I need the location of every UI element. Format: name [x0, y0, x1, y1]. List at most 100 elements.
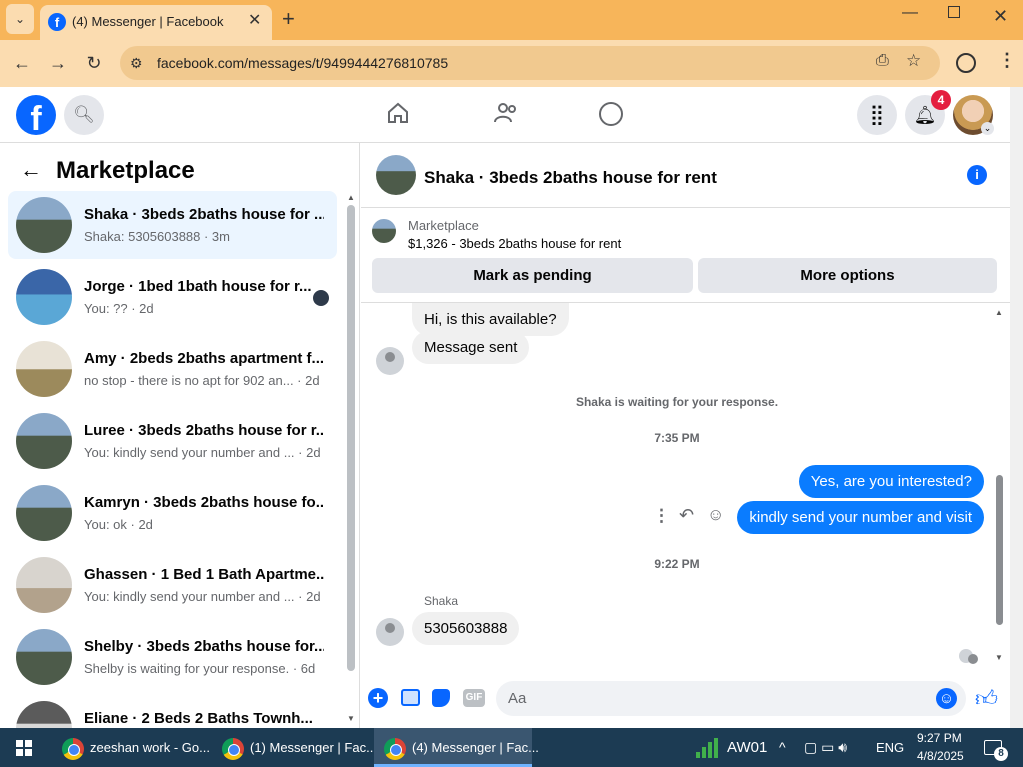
language-indicator[interactable]: ENG [876, 728, 904, 767]
listing-description[interactable]: $1,326 - 3beds 2baths house for rent [408, 236, 621, 251]
bookmark-star-icon[interactable]: ☆ [906, 51, 921, 71]
conversation-item[interactable]: Shaka · 3beds 2baths house for ... Shaka… [8, 191, 337, 259]
mark-as-pending-button[interactable]: Mark as pending [372, 258, 693, 293]
outgoing-message[interactable]: Yes, are you interested? [798, 465, 984, 498]
scroll-down-arrow-icon[interactable]: ▼ [995, 653, 1003, 662]
waiting-notice: Shaka is waiting for your response. [575, 395, 779, 409]
facebook-logo-icon[interactable]: f [16, 95, 56, 135]
chat-avatar[interactable] [376, 155, 416, 195]
site-settings-icon[interactable]: ⚙ [130, 55, 143, 72]
timestamp: 9:22 PM [654, 557, 700, 571]
chat-title[interactable]: Shaka · 3beds 2baths house for rent [424, 168, 717, 188]
conversation-snippet: You: kindly send your number and ... · 2… [84, 589, 321, 604]
install-app-icon[interactable]: ⎙ [876, 52, 889, 70]
conversation-title: Kamryn · 3beds 2baths house fo... [84, 494, 324, 511]
omnibox[interactable]: ⚙ facebook.com/messages/t/94994442768107… [120, 46, 940, 80]
conversation-item[interactable]: Kamryn · 3beds 2baths house fo... You: o… [8, 479, 337, 547]
reload-icon[interactable]: ↻ [80, 46, 108, 80]
taskbar-item-label: zeeshan work - Go... [90, 740, 210, 755]
groups-icon[interactable] [599, 102, 623, 126]
conversation-list-panel: ← Marketplace Shaka · 3beds 2baths house… [0, 143, 360, 728]
thread-scrollbar[interactable] [996, 475, 1003, 625]
windows-start-icon[interactable] [16, 740, 32, 756]
account-chevron-icon[interactable]: ⌄ [981, 122, 994, 135]
minimize-button[interactable]: — [902, 4, 918, 22]
conversation-title: Shelby · 3beds 2baths house for... [84, 638, 324, 655]
friends-icon[interactable] [493, 101, 519, 125]
conversation-item[interactable]: Eliane · 2 Beds 2 Baths Townh... [8, 695, 337, 728]
close-window-button[interactable]: ✕ [993, 6, 1008, 27]
scroll-down-arrow-icon[interactable]: ▼ [347, 714, 355, 723]
menu-grid-icon[interactable]: ⣿ [857, 95, 897, 135]
panel-title: Marketplace [56, 157, 195, 184]
more-actions-icon[interactable]: ⋮ [653, 506, 670, 526]
taskbar-chrome-window[interactable]: (1) Messenger | Fac... [222, 728, 377, 767]
sender-avatar [376, 618, 404, 646]
emoji-icon[interactable]: ☺ [936, 688, 957, 709]
back-arrow-icon[interactable]: ← [20, 157, 42, 183]
clock-date[interactable]: 4/8/2025 [917, 749, 964, 763]
network-label[interactable]: AW01 [727, 728, 767, 767]
home-icon[interactable] [386, 101, 410, 125]
listing-thumbnail [16, 629, 72, 685]
restore-button[interactable] [948, 6, 960, 18]
tab-title: (4) Messenger | Facebook [72, 14, 224, 29]
conversation-list-scrollbar[interactable] [347, 205, 355, 671]
forward-icon[interactable]: → [44, 46, 72, 80]
chrome-icon [384, 737, 406, 760]
conversation-item[interactable]: Shelby · 3beds 2baths house for... Shelb… [8, 623, 337, 691]
taskbar-chrome-window[interactable]: zeeshan work - Go... [62, 728, 212, 767]
page-scrollbar[interactable] [1010, 87, 1023, 728]
sender-avatar [376, 347, 404, 375]
photo-icon[interactable] [401, 689, 420, 706]
chrome-icon [222, 737, 244, 760]
conversation-title: Ghassen · 1 Bed 1 Bath Apartme... [84, 566, 324, 583]
conversation-snippet: You: ?? · 2d [84, 301, 154, 316]
conversation-item[interactable]: Amy · 2beds 2baths apartment f... no sto… [8, 335, 337, 403]
profile-icon[interactable] [956, 53, 976, 73]
network-signal-icon[interactable] [696, 738, 718, 758]
message-input-placeholder: Aa [508, 690, 527, 707]
conversation-item[interactable]: Ghassen · 1 Bed 1 Bath Apartme... You: k… [8, 551, 337, 619]
more-actions-plus-icon[interactable]: + [368, 688, 388, 708]
tab-search-button[interactable]: ⌄ [6, 4, 34, 34]
reply-icon[interactable]: ↶ [679, 505, 694, 526]
new-tab-button[interactable]: + [282, 6, 295, 32]
more-options-button[interactable]: More options [698, 258, 997, 293]
conversation-item[interactable]: Jorge · 1bed 1bath house for r... You: ?… [8, 263, 337, 331]
conversation-title: Jorge · 1bed 1bath house for r... [84, 278, 312, 295]
incoming-message[interactable]: Message sent [412, 331, 530, 364]
gif-icon[interactable]: GIF [463, 689, 485, 707]
active-browser-tab[interactable]: f (4) Messenger | Facebook ✕ [40, 5, 272, 40]
listing-thumbnail [16, 197, 72, 253]
taskbar-chrome-window-active[interactable]: (4) Messenger | Fac... [374, 728, 539, 767]
url-text[interactable]: facebook.com/messages/t/9499444276810785 [157, 55, 448, 71]
react-emoji-icon[interactable]: ☺ [707, 505, 724, 525]
sticker-icon[interactable] [432, 689, 450, 707]
sender-name: Shaka [424, 594, 459, 608]
message-thread: Hi, is this available? Message sent Shak… [361, 303, 1010, 668]
listing-thumbnail [16, 413, 72, 469]
close-tab-icon[interactable]: ✕ [248, 10, 261, 30]
tray-icons[interactable]: ▢ ▭ 🔊︎ [804, 728, 847, 767]
scroll-up-arrow-icon[interactable]: ▲ [347, 193, 355, 202]
back-icon[interactable]: ← [8, 46, 36, 80]
incoming-message[interactable]: 5305603888 [412, 612, 520, 645]
conversation-snippet: You: ok · 2d [84, 517, 153, 532]
conversation-snippet: no stop - there is no apt for 902 an... … [84, 373, 320, 388]
show-hidden-icons-icon[interactable]: ^ [779, 728, 786, 767]
scroll-up-arrow-icon[interactable]: ▲ [995, 308, 1003, 317]
conversation-item[interactable]: Luree · 3beds 2baths house for r... You:… [8, 407, 337, 475]
info-icon[interactable]: i [967, 165, 987, 185]
listing-source: Marketplace [408, 218, 479, 233]
search-icon[interactable]: 🔍︎ [64, 95, 104, 135]
like-thumbs-up-icon[interactable]: 👍︎ [975, 685, 998, 712]
clock-time[interactable]: 9:27 PM [917, 731, 962, 745]
notification-count-badge: 8 [994, 747, 1008, 761]
message-input[interactable]: Aa ☺ [496, 681, 966, 716]
conversation-snippet: Shelby is waiting for your response. · 6… [84, 661, 316, 676]
browser-menu-icon[interactable]: ⋮ [998, 50, 1016, 71]
conversation-title: Amy · 2beds 2baths apartment f... [84, 350, 324, 367]
listing-thumbnail [16, 485, 72, 541]
outgoing-message[interactable]: kindly send your number and visit [737, 501, 984, 534]
